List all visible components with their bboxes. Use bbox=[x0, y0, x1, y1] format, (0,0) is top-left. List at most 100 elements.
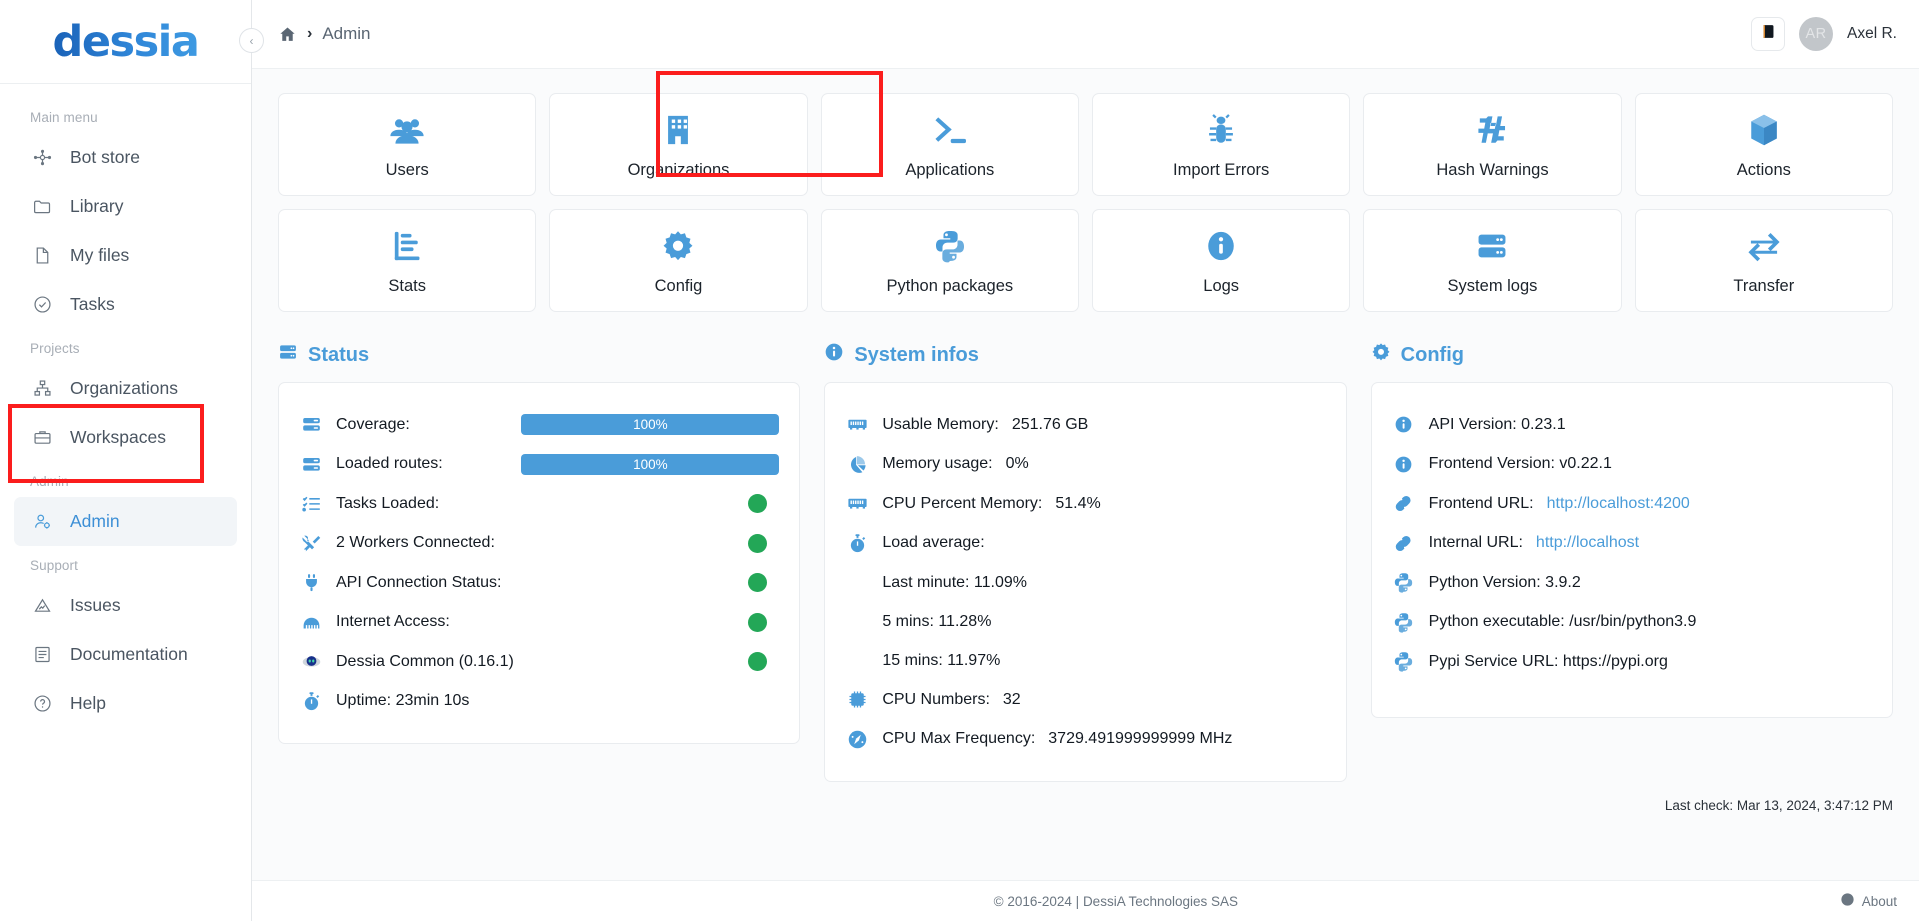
status-label: Loaded routes: bbox=[336, 455, 443, 473]
system-value: 3729.491999999999 MHz bbox=[1048, 730, 1233, 748]
tile-actions[interactable]: Actions bbox=[1634, 93, 1893, 196]
tile-python-packages[interactable]: Python packages bbox=[820, 209, 1079, 312]
user-name[interactable]: Axel R. bbox=[1847, 25, 1897, 43]
sidebar-item-documentation[interactable]: Documentation bbox=[14, 630, 237, 679]
stopwatch-icon bbox=[845, 533, 869, 554]
tile-logs[interactable]: Logs bbox=[1092, 209, 1351, 312]
system-row-load-average: Load average: bbox=[845, 524, 1325, 564]
sidebar-item-issues[interactable]: Issues bbox=[14, 581, 237, 630]
sidebar-item-label: Admin bbox=[70, 511, 120, 531]
config-row-api-version: API Version: 0.23.1 bbox=[1392, 405, 1872, 445]
tile-transfer[interactable]: Transfer bbox=[1634, 209, 1893, 312]
status-indicator-container bbox=[514, 573, 779, 593]
config-label: Internal URL: bbox=[1428, 534, 1523, 552]
internal-url-link[interactable]: http://localhost bbox=[1536, 534, 1639, 552]
gear-icon bbox=[1371, 342, 1391, 368]
config-row-python-version: Python Version: 3.9.2 bbox=[1392, 563, 1872, 603]
sidebar-nav: Main menu Bot store Library My files Tas… bbox=[0, 84, 251, 728]
tile-label: Hash Warnings bbox=[1436, 161, 1549, 179]
gear-icon bbox=[661, 225, 695, 263]
building-icon bbox=[663, 109, 693, 147]
breadcrumb-separator: › bbox=[307, 25, 313, 42]
about-label: About bbox=[1861, 893, 1897, 909]
documentation-button[interactable] bbox=[1751, 17, 1786, 51]
user-gear-icon bbox=[31, 510, 54, 533]
tile-import-errors[interactable]: Import Errors bbox=[1092, 93, 1351, 196]
tile-system-logs[interactable]: System logs bbox=[1363, 209, 1622, 312]
coverage-progress-bar: 100% bbox=[521, 414, 780, 436]
robot-icon bbox=[299, 651, 323, 672]
server-icon bbox=[278, 342, 298, 368]
status-indicator-container bbox=[463, 612, 779, 632]
bar-chart-icon bbox=[392, 225, 422, 263]
sidebar-item-admin[interactable]: Admin bbox=[14, 497, 237, 546]
tile-users[interactable]: Users bbox=[278, 93, 537, 196]
status-label: 2 Workers Connected: bbox=[336, 534, 495, 552]
tile-label: Organizations bbox=[627, 161, 730, 179]
sidebar-item-bot-store[interactable]: Bot store bbox=[14, 133, 237, 182]
status-dot-green bbox=[748, 652, 768, 672]
about-button[interactable]: About bbox=[1840, 892, 1897, 910]
main-area: › Admin AR Axel R. Users Organizations A… bbox=[252, 0, 1919, 921]
config-row-internal-url: Internal URL: http://localhost bbox=[1392, 524, 1872, 564]
config-panel-header: Config bbox=[1371, 342, 1893, 368]
config-row-frontend-url: Frontend URL: http://localhost:4200 bbox=[1392, 484, 1872, 524]
tile-label: Config bbox=[654, 277, 703, 295]
system-row-cpu-percent-memory: CPU Percent Memory: 51.4% bbox=[845, 484, 1325, 524]
info-circle-icon bbox=[824, 342, 844, 368]
footer-copyright: © 2016-2024 | DessiA Technologies SAS bbox=[993, 893, 1239, 909]
link-icon bbox=[1392, 533, 1416, 554]
breadcrumb: › Admin bbox=[278, 24, 371, 44]
frontend-url-link[interactable]: http://localhost:4200 bbox=[1547, 495, 1690, 513]
tile-applications[interactable]: Applications bbox=[820, 93, 1079, 196]
document-icon bbox=[31, 643, 54, 666]
system-infos-panel-header: System infos bbox=[824, 342, 1346, 368]
link-icon bbox=[1392, 493, 1416, 514]
tile-organizations[interactable]: Organizations bbox=[549, 93, 808, 196]
sidebar-item-workspaces[interactable]: Workspaces bbox=[14, 413, 237, 462]
tile-label: Applications bbox=[905, 161, 995, 179]
tile-config[interactable]: Config bbox=[549, 209, 808, 312]
system-label: Memory usage: bbox=[882, 455, 993, 473]
book-icon bbox=[1760, 23, 1777, 45]
transfer-icon bbox=[1746, 225, 1782, 263]
loaded-routes-progress-bar: 100% bbox=[521, 453, 780, 475]
status-indicator-container bbox=[452, 494, 779, 514]
system-value: 0% bbox=[1005, 455, 1029, 473]
gauge-icon bbox=[845, 729, 869, 750]
sidebar-item-organizations[interactable]: Organizations bbox=[14, 364, 237, 413]
status-indicator-container bbox=[527, 652, 779, 672]
status-row-tasks-loaded: Tasks Loaded: bbox=[299, 484, 779, 524]
sitemap-icon bbox=[31, 377, 54, 400]
tasklist-icon bbox=[299, 493, 323, 514]
home-icon[interactable] bbox=[278, 25, 297, 44]
system-label: CPU Percent Memory: bbox=[882, 494, 1043, 512]
avatar[interactable]: AR bbox=[1799, 17, 1834, 51]
status-dot-green bbox=[748, 573, 768, 593]
config-label: Frontend URL: bbox=[1428, 494, 1534, 512]
tile-hash-warnings[interactable]: Hash Warnings bbox=[1363, 93, 1622, 196]
status-label: API Connection Status: bbox=[336, 573, 502, 591]
sidebar-item-tasks[interactable]: Tasks bbox=[14, 280, 237, 329]
sidebar-collapse-button[interactable]: ‹ bbox=[239, 28, 264, 53]
sidebar-item-label: Tasks bbox=[70, 294, 115, 314]
config-panel: Config API Version: 0.23.1 Frontend Vers… bbox=[1370, 342, 1893, 782]
load-average-last-minute: Last minute: 11.09% bbox=[882, 573, 1028, 591]
tools-icon bbox=[299, 533, 323, 554]
tile-stats[interactable]: Stats bbox=[278, 209, 537, 312]
info-circle-icon bbox=[1840, 892, 1855, 910]
system-row-memory-usage: Memory usage: 0% bbox=[845, 445, 1325, 485]
sidebar-item-library[interactable]: Library bbox=[14, 182, 237, 231]
sidebar-item-label: Bot store bbox=[70, 147, 141, 167]
topbar: › Admin AR Axel R. bbox=[252, 0, 1919, 69]
tile-label: Logs bbox=[1203, 277, 1240, 295]
sidebar-item-my-files[interactable]: My files bbox=[14, 231, 237, 280]
status-label: Internet Access: bbox=[336, 613, 450, 631]
status-panel-header: Status bbox=[278, 342, 800, 368]
breadcrumb-current[interactable]: Admin bbox=[322, 24, 370, 44]
sidebar-group-projects: Projects bbox=[30, 341, 80, 356]
brand-logo[interactable]: dessia bbox=[0, 0, 251, 84]
status-row-internet-access: Internet Access: bbox=[299, 603, 779, 643]
sidebar-item-help[interactable]: Help bbox=[14, 679, 237, 728]
app-root: dessia Main menu Bot store Library My fi… bbox=[0, 0, 1919, 921]
